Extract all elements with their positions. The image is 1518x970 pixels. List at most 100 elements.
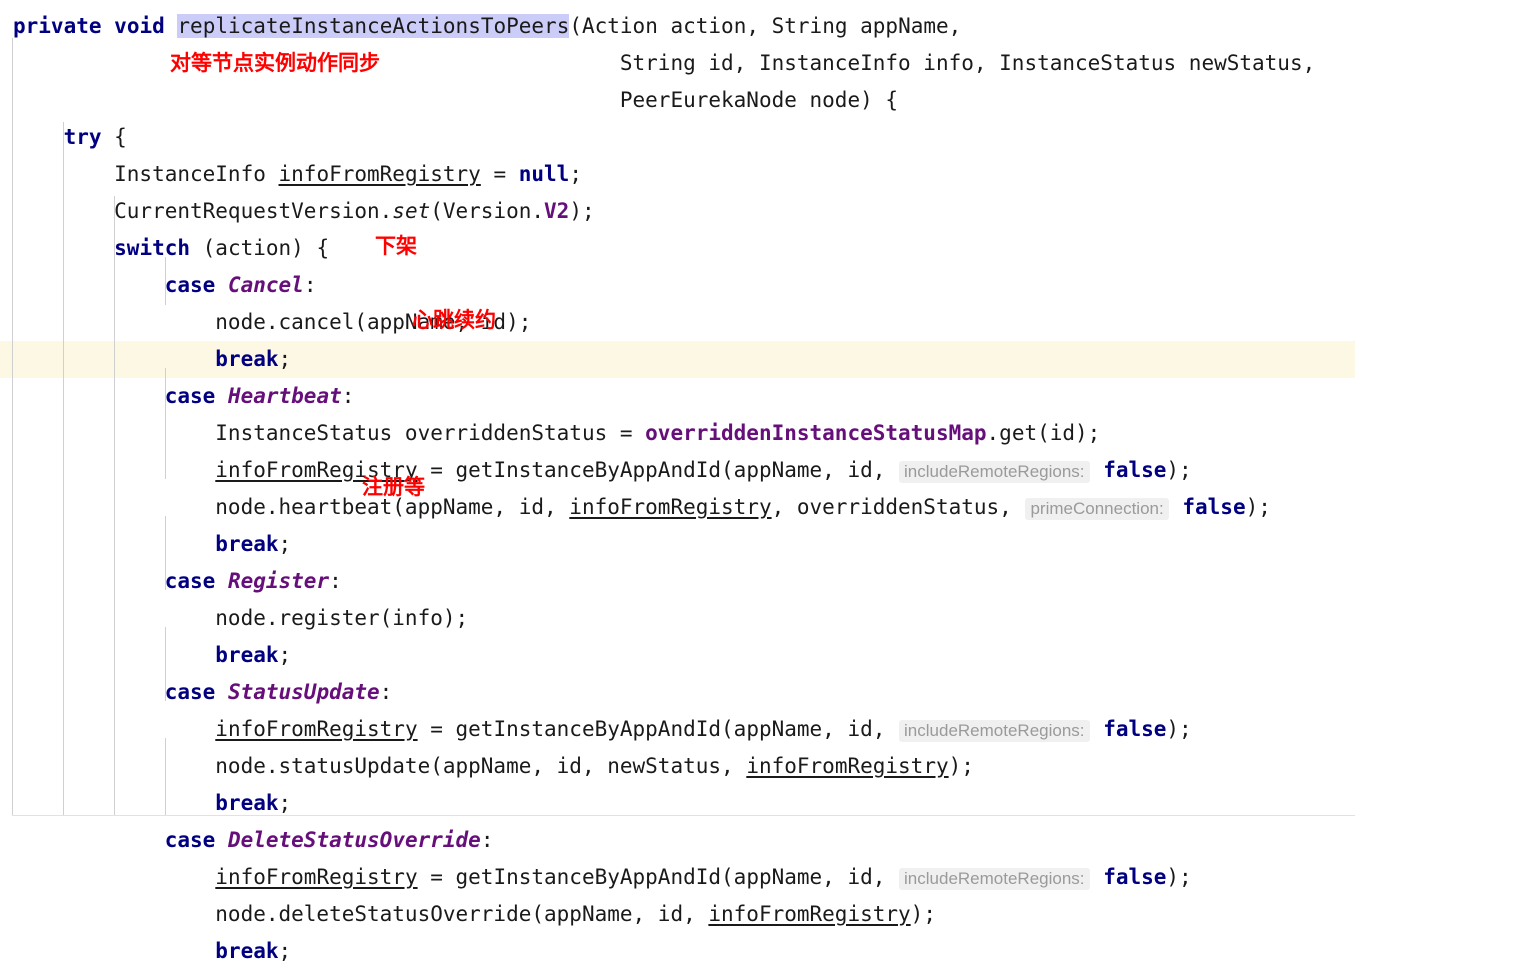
code-line[interactable]: infoFromRegistry = getInstanceByAppAndId… — [0, 859, 1518, 896]
code-line[interactable]: break; — [0, 526, 1518, 563]
code-token-hint: primeConnection: — [1025, 498, 1169, 520]
code-token-enumc: Heartbeat — [227, 384, 342, 408]
code-line[interactable]: CurrentRequestVersion.set(Version.V2); — [0, 193, 1518, 230]
code-line[interactable]: case StatusUpdate: — [0, 674, 1518, 711]
code-token-kw: false — [1103, 717, 1167, 741]
code-line[interactable]: break; — [0, 785, 1518, 822]
code-token-kw: false — [1182, 495, 1246, 519]
code-token-plain: ); — [1245, 495, 1271, 519]
code-line[interactable]: case Heartbeat: — [0, 378, 1518, 415]
code-token-field: overriddenInstanceStatusMap — [645, 421, 987, 445]
code-token-plain: ); — [1166, 717, 1192, 741]
code-token-plain: : — [480, 828, 494, 852]
code-annotation-2: 下架 — [375, 234, 417, 258]
code-editor-viewport[interactable]: private void replicateInstanceActionsToP… — [0, 0, 1518, 963]
code-line[interactable]: PeerEurekaNode node) { — [0, 82, 1518, 119]
code-lines[interactable]: private void replicateInstanceActionsToP… — [0, 8, 1518, 970]
code-line[interactable]: node.statusUpdate(appName, id, newStatus… — [0, 748, 1518, 785]
code-token-plain: (Action action, String appName, — [569, 14, 962, 38]
code-token-plain: ; — [278, 532, 292, 556]
code-line[interactable]: private void replicateInstanceActionsToP… — [0, 8, 1518, 45]
code-token-local: infoFromRegistry — [708, 902, 911, 926]
code-token-field: V2 — [544, 199, 570, 223]
code-line[interactable]: try { — [0, 119, 1518, 156]
code-token-kw: try — [63, 125, 102, 149]
code-token-plain: InstanceInfo — [13, 162, 279, 186]
code-line[interactable]: case DeleteStatusOverride: — [0, 822, 1518, 859]
code-token-plain: (Version. — [430, 199, 545, 223]
code-line[interactable]: break; — [0, 933, 1518, 970]
code-token-plain: node.heartbeat(appName, id, — [13, 495, 570, 519]
code-token-plain: = getInstanceByAppAndId(appName, id, — [417, 865, 899, 889]
code-line[interactable]: case Register: — [0, 563, 1518, 600]
code-token-sel[interactable]: replicateInstanceActionsToPeers — [177, 14, 570, 38]
code-line[interactable]: break; — [0, 341, 1518, 378]
code-token-plain: : — [303, 273, 317, 297]
code-line[interactable]: case Cancel: — [0, 267, 1518, 304]
code-token-hint: includeRemoteRegions: — [899, 720, 1090, 742]
code-token-hint: includeRemoteRegions: — [899, 461, 1090, 483]
code-token-kw: case — [164, 828, 216, 852]
code-token-plain: node.deleteStatusOverride(appName, id, — [13, 902, 709, 926]
code-token-kw: false — [1103, 865, 1167, 889]
code-token-statfn: set — [392, 199, 431, 223]
code-token-plain: = getInstanceByAppAndId(appName, id, — [417, 458, 899, 482]
code-token-plain: node.statusUpdate(appName, id, newStatus… — [13, 754, 747, 778]
code-annotation-4: 注册等 — [362, 475, 425, 499]
code-token-plain: = getInstanceByAppAndId(appName, id, — [417, 717, 899, 741]
code-token-plain: ; — [278, 347, 292, 371]
code-token-local: infoFromRegistry — [569, 495, 772, 519]
code-token-kw: switch — [114, 236, 191, 260]
code-token-plain: { — [101, 125, 127, 149]
code-line[interactable]: node.deleteStatusOverride(appName, id, i… — [0, 896, 1518, 933]
code-annotation-3: 心跳续约 — [412, 308, 496, 332]
code-line[interactable]: node.cancel(appName, id); — [0, 304, 1518, 341]
code-token-kw: private — [13, 14, 102, 38]
code-token-local: infoFromRegistry — [746, 754, 949, 778]
code-token-enumc: Cancel — [227, 273, 304, 297]
code-line[interactable]: infoFromRegistry = getInstanceByAppAndId… — [0, 711, 1518, 748]
code-token-plain: : — [329, 569, 342, 593]
code-line[interactable]: infoFromRegistry = getInstanceByAppAndId… — [0, 452, 1518, 489]
code-token-plain: : — [341, 384, 355, 408]
code-token-plain: PeerEurekaNode node) { — [13, 88, 899, 112]
code-token-kw: case — [164, 680, 216, 704]
code-token-plain: (action) { — [190, 236, 330, 260]
code-token-plain: ); — [910, 902, 936, 926]
code-line[interactable]: break; — [0, 637, 1518, 674]
code-content[interactable]: private void replicateInstanceActionsToP… — [0, 0, 1518, 963]
code-line[interactable]: switch (action) { — [0, 230, 1518, 267]
code-token-enumc: StatusUpdate — [227, 680, 380, 704]
code-token-kw: break — [215, 532, 279, 556]
code-line[interactable]: InstanceInfo infoFromRegistry = null; — [0, 156, 1518, 193]
code-token-local: infoFromRegistry — [278, 162, 481, 186]
code-line[interactable]: InstanceStatus overriddenStatus = overri… — [0, 415, 1518, 452]
code-token-plain: , overriddenStatus, — [771, 495, 1025, 519]
code-token-kw: void — [114, 14, 165, 38]
code-token-kw: break — [215, 791, 279, 815]
code-token-kw: break — [215, 939, 279, 963]
code-line[interactable]: node.heartbeat(appName, id, infoFromRegi… — [0, 489, 1518, 526]
code-token-enumc: Register — [227, 569, 330, 593]
code-annotation-1: 对等节点实例动作同步 — [170, 51, 380, 75]
code-line[interactable]: node.register(info); — [0, 600, 1518, 637]
code-token-plain: ; — [278, 791, 292, 815]
code-token-plain: ); — [1166, 458, 1192, 482]
code-token-plain: ); — [1166, 865, 1192, 889]
